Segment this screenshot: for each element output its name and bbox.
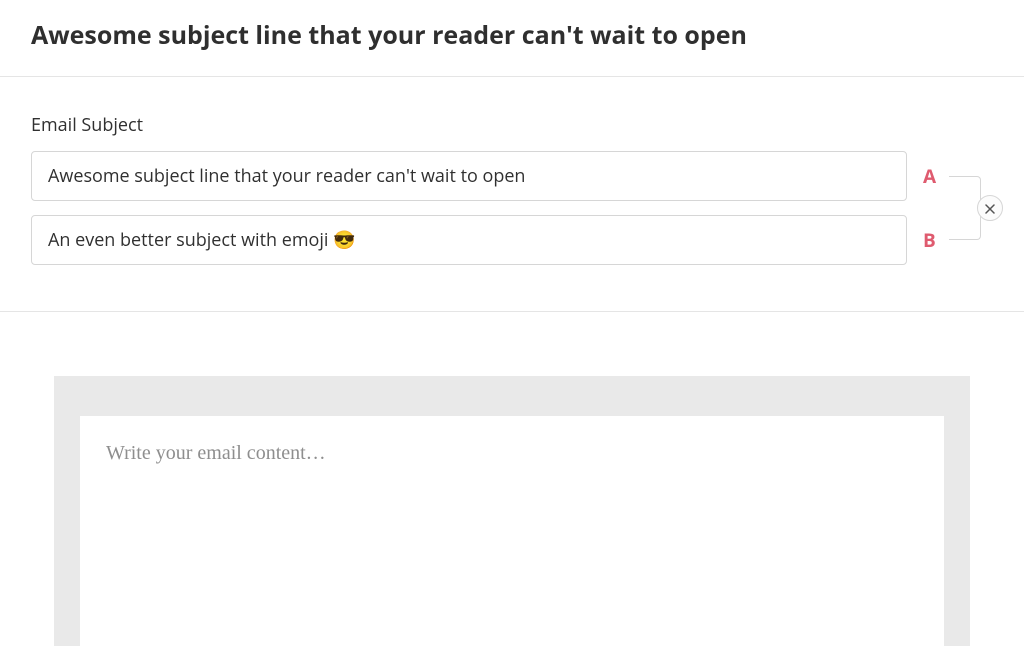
subject-label: Email Subject — [31, 113, 993, 137]
close-icon — [985, 197, 995, 219]
editor-section: Write your email content… — [0, 312, 1024, 646]
page-header: Awesome subject line that your reader ca… — [0, 0, 1024, 77]
editor-shell: Write your email content… — [54, 376, 970, 646]
editor-placeholder: Write your email content… — [106, 442, 326, 464]
subject-variants: A B — [31, 151, 993, 265]
email-content-editor[interactable]: Write your email content… — [80, 416, 944, 646]
page-title: Awesome subject line that your reader ca… — [31, 18, 993, 52]
subject-section: Email Subject A B — [0, 77, 1024, 312]
subject-input-b[interactable] — [31, 215, 907, 265]
remove-variant-button[interactable] — [977, 195, 1003, 221]
subject-variant-badges: A B — [923, 151, 993, 265]
subject-input-a[interactable] — [31, 151, 907, 201]
subject-inputs-column — [31, 151, 907, 265]
variant-a-label: A — [923, 163, 936, 189]
variant-b-label: B — [923, 227, 936, 253]
